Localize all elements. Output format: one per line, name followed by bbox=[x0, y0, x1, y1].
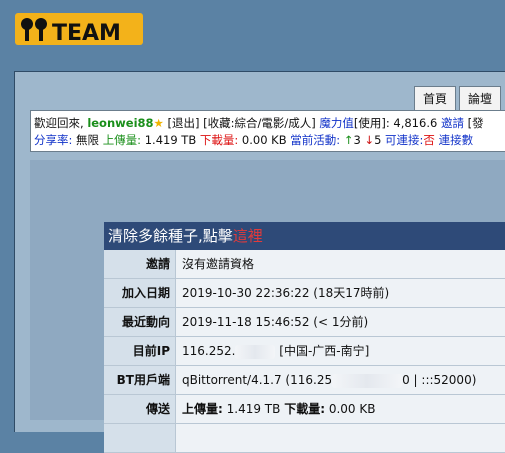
banner-link[interactable]: 這裡 bbox=[233, 227, 263, 245]
row-key: 最近動向 bbox=[104, 308, 176, 336]
table-row: 邀請 沒有邀請資格 bbox=[104, 250, 505, 279]
row-key: 目前IP bbox=[104, 337, 176, 365]
tab-home[interactable]: 首頁 bbox=[414, 86, 457, 111]
row-value: qBittorrent/4.1.7 (116.25 0 | :::52000) bbox=[176, 366, 505, 394]
tab-forum[interactable]: 論壇 bbox=[459, 86, 502, 111]
row-key: 邀請 bbox=[104, 250, 176, 278]
table-row: BT用戶端 qBittorrent/4.1.7 (116.25 0 | :::52… bbox=[104, 366, 505, 395]
welcome-text: 歡迎回來, bbox=[34, 116, 84, 130]
redacted-blur bbox=[235, 344, 276, 359]
collections-link[interactable]: [收藏:綜合/電影/成人] bbox=[203, 116, 316, 130]
connectable-label: 可連接: bbox=[385, 133, 424, 147]
magic-points-link[interactable]: 魔力值 bbox=[319, 116, 354, 130]
transfer-download-value: 0.00 KB bbox=[328, 402, 376, 416]
mteam-logo-icon: TEAM bbox=[15, 13, 143, 46]
username-link[interactable]: leonwei88 bbox=[87, 116, 153, 130]
share-ratio-value: 無限 bbox=[76, 133, 100, 147]
site-logo[interactable]: TEAM bbox=[14, 10, 144, 46]
logout-link[interactable]: [退出] bbox=[167, 116, 199, 130]
leeching-count[interactable]: 5 bbox=[374, 133, 381, 147]
active-label: 當前活動: bbox=[290, 133, 341, 147]
arrow-up-icon: ↑ bbox=[343, 133, 354, 147]
row-key: 傳送 bbox=[104, 395, 176, 423]
user-info-bar: 歡迎回來, leonwei88★ [退出] [收藏:綜合/電影/成人] 魔力值[… bbox=[30, 110, 505, 152]
row-value: 2019-11-18 15:46:52 (< 1分前) bbox=[176, 308, 505, 336]
star-icon: ★ bbox=[153, 116, 164, 130]
row-key: 加入日期 bbox=[104, 279, 176, 307]
table-row bbox=[104, 424, 505, 453]
transfer-download-label: 下載量: bbox=[284, 402, 326, 416]
connections-label: 連接數 bbox=[438, 133, 474, 147]
redacted-blur bbox=[332, 373, 403, 388]
transfer-upload-label: 上傳量: bbox=[182, 402, 223, 416]
table-row: 目前IP 116.252. [中国-广西-南宁] bbox=[104, 337, 505, 366]
ip-prefix: 116.252. bbox=[182, 344, 236, 358]
connectable-value: 否 bbox=[423, 133, 435, 147]
row-value: 上傳量: 1.419 TB 下載量: 0.00 KB bbox=[176, 395, 505, 423]
magic-points-value: [使用]: 4,816.6 bbox=[353, 116, 438, 130]
transfer-upload-value: 1.419 TB bbox=[226, 402, 281, 416]
profile-table: 邀請 沒有邀請資格 加入日期 2019-10-30 22:36:22 (18天1… bbox=[104, 250, 505, 453]
row-key: BT用戶端 bbox=[104, 366, 176, 394]
main-nav: 首頁 論壇 bbox=[414, 86, 504, 111]
invite-link[interactable]: 邀請 bbox=[441, 116, 464, 130]
client-suffix: 0 | :::52000) bbox=[402, 373, 477, 387]
upload-label: 上傳量: bbox=[102, 133, 142, 147]
row-value bbox=[176, 424, 505, 452]
seeding-count[interactable]: 3 bbox=[353, 133, 360, 147]
share-ratio-label: 分享率: bbox=[34, 133, 73, 147]
download-value: 0.00 KB bbox=[241, 133, 287, 147]
ip-location: [中国-广西-南宁] bbox=[279, 344, 370, 358]
arrow-down-icon: ↓ bbox=[364, 133, 375, 147]
row-value: 沒有邀請資格 bbox=[176, 250, 505, 278]
more-link[interactable]: [發 bbox=[468, 116, 484, 130]
table-row: 加入日期 2019-10-30 22:36:22 (18天17時前) bbox=[104, 279, 505, 308]
table-row: 最近動向 2019-11-18 15:46:52 (< 1分前) bbox=[104, 308, 505, 337]
download-label: 下載量: bbox=[199, 133, 239, 147]
cleanup-banner: 清除多餘種子,點擊這裡 bbox=[104, 222, 505, 250]
row-value: 2019-10-30 22:36:22 (18天17時前) bbox=[176, 279, 505, 307]
banner-text: 清除多餘種子,點擊 bbox=[108, 227, 233, 245]
client-prefix: qBittorrent/4.1.7 (116.25 bbox=[182, 373, 333, 387]
svg-text:TEAM: TEAM bbox=[52, 21, 121, 46]
row-key bbox=[104, 424, 176, 452]
upload-value: 1.419 TB bbox=[144, 133, 197, 147]
row-value: 116.252. [中国-广西-南宁] bbox=[176, 337, 505, 365]
